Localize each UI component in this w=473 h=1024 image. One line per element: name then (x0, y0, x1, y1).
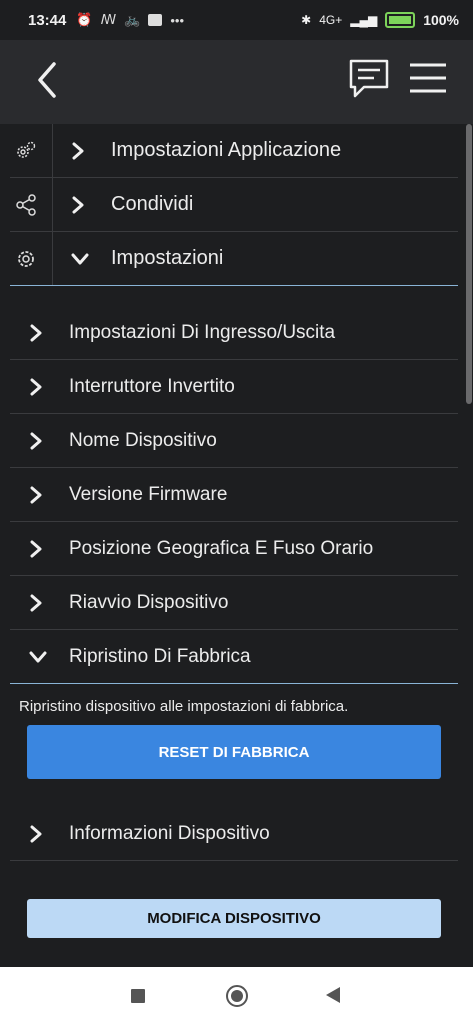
factory-reset-panel: Ripristino dispositivo alle impostazioni… (0, 684, 466, 779)
status-time: 13:44 (28, 11, 67, 29)
bluetooth-icon: ✱ (301, 13, 312, 27)
settings-item-label: Posizione Geografica E Fuso Orario (69, 537, 374, 559)
chevron-down-icon (29, 650, 49, 664)
back-button[interactable] (30, 58, 70, 102)
scrollbar[interactable] (466, 124, 472, 404)
menu-item-label: Condividi (111, 193, 194, 215)
edit-device-button[interactable]: MODIFICA DISPOSITIVO (27, 899, 441, 938)
settings-item-inverted-switch[interactable]: Interruttore Invertito (10, 360, 458, 414)
menu-item-label: Impostazioni Applicazione (111, 139, 342, 161)
chevron-down-icon (71, 252, 91, 266)
chevron-right-icon (29, 432, 49, 450)
gear-icon (0, 232, 53, 285)
settings-item-factory-reset[interactable]: Ripristino Di Fabbrica (10, 630, 458, 684)
system-nav-bar (0, 967, 473, 1024)
chevron-right-icon (29, 825, 49, 843)
main-content: Impostazioni Applicazione Condividi Impo… (0, 124, 466, 861)
settings-item-label: Versione Firmware (69, 483, 228, 505)
settings-item-device-info[interactable]: Informazioni Dispositivo (10, 807, 458, 861)
settings-item-firmware[interactable]: Versione Firmware (10, 468, 458, 522)
network-label: 4G+ (319, 13, 343, 27)
notification-icons: ⏰ ꟿ 🚲 ••• (76, 12, 184, 28)
chevron-right-icon (29, 540, 49, 558)
status-right: ✱ 4G+ ▂▄▆ 100% (301, 0, 459, 40)
settings-item-geo-timezone[interactable]: Posizione Geografica E Fuso Orario (10, 522, 458, 576)
menu-item-label: Impostazioni (111, 247, 224, 269)
battery-percent: 100% (423, 12, 459, 28)
share-icon (0, 178, 53, 231)
chevron-right-icon (71, 196, 91, 214)
menu-button[interactable] (408, 60, 448, 96)
menu-item-app-settings[interactable]: Impostazioni Applicazione (10, 124, 458, 178)
battery-icon (385, 12, 416, 28)
chevron-right-icon (29, 486, 49, 504)
app-icon (148, 14, 163, 26)
factory-reset-button[interactable]: RESET DI FABBRICA (27, 725, 441, 779)
home-button[interactable] (226, 985, 248, 1007)
signal-icon: ▂▄▆ (350, 13, 378, 27)
hamburger-menu-icon (410, 63, 446, 93)
menu-item-settings[interactable]: Impostazioni (10, 232, 458, 286)
settings-item-device-name[interactable]: Nome Dispositivo (10, 414, 458, 468)
settings-item-label: Nome Dispositivo (69, 429, 217, 451)
chevron-right-icon (71, 142, 91, 160)
gears-icon (0, 124, 53, 177)
s-icon: ꟿ (100, 12, 117, 27)
app-bar (0, 40, 473, 124)
settings-item-label: Ripristino Di Fabbrica (69, 645, 251, 667)
settings-item-label: Impostazioni Di Ingresso/Uscita (69, 321, 336, 343)
chevron-left-icon (38, 62, 56, 98)
menu-item-share[interactable]: Condividi (10, 178, 458, 232)
factory-reset-description: Ripristino dispositivo alle impostazioni… (19, 698, 349, 715)
chat-button[interactable] (346, 56, 392, 102)
status-bar: 13:44 ⏰ ꟿ 🚲 ••• ✱ 4G+ ▂▄▆ 100% (0, 0, 473, 40)
chevron-right-icon (29, 594, 49, 612)
chat-icon (349, 59, 389, 98)
chevron-right-icon (29, 324, 49, 342)
chevron-right-icon (29, 378, 49, 396)
alarm-icon: ⏰ (76, 12, 93, 27)
system-back-button[interactable] (326, 987, 340, 1003)
bike-icon: 🚲 (124, 12, 141, 27)
settings-item-io[interactable]: Impostazioni Di Ingresso/Uscita (10, 306, 458, 360)
recent-apps-button[interactable] (131, 989, 145, 1003)
settings-item-label: Informazioni Dispositivo (69, 822, 270, 844)
settings-item-reboot[interactable]: Riavvio Dispositivo (10, 576, 458, 630)
settings-item-label: Riavvio Dispositivo (69, 591, 229, 613)
more-dots-icon: ••• (170, 12, 184, 28)
settings-item-label: Interruttore Invertito (69, 375, 235, 397)
